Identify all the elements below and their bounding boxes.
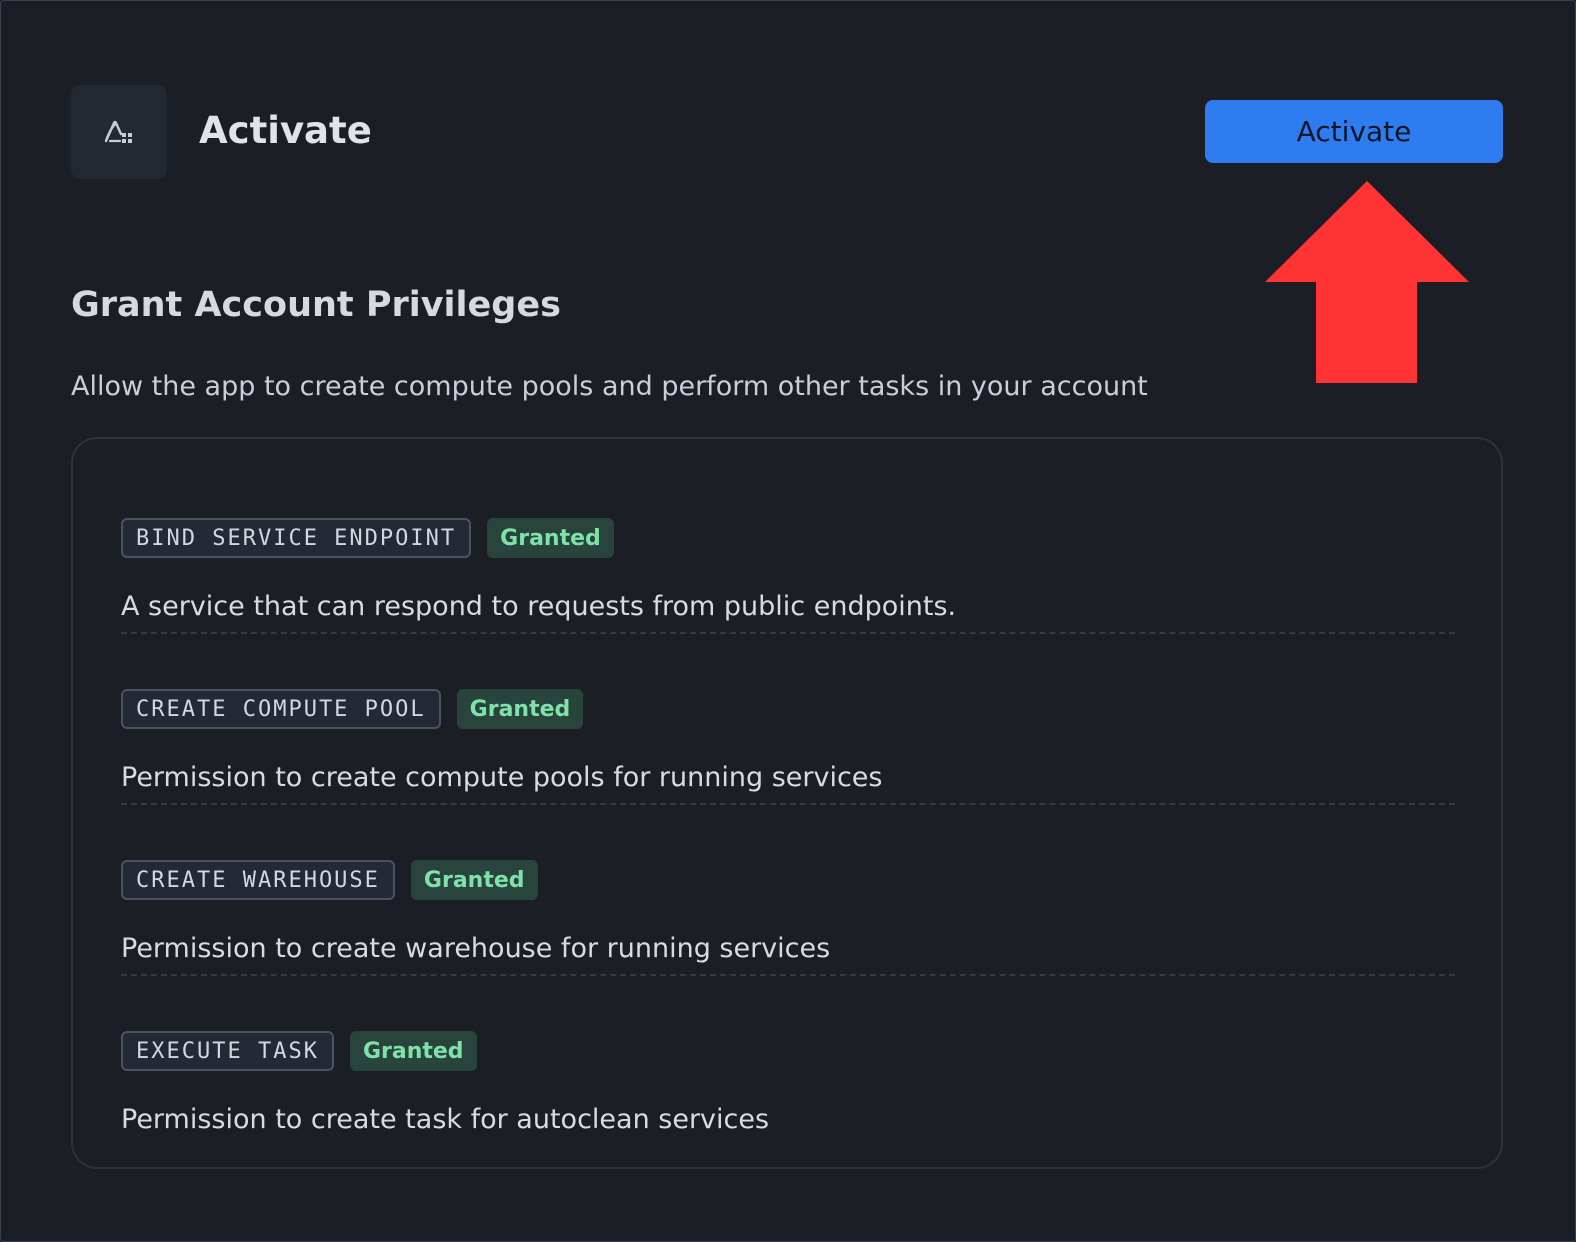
page-title: Activate (199, 109, 372, 152)
privilege-name: CREATE WAREHOUSE (121, 860, 395, 900)
status-badge: Granted (349, 1031, 477, 1071)
privilege-description: A service that can respond to requests f… (121, 591, 957, 622)
status-badge: Granted (487, 518, 614, 558)
privilege-item: CREATE WAREHOUSE Granted Permission to c… (121, 805, 1455, 976)
activate-button[interactable]: Activate (1205, 100, 1503, 163)
privileges-card: BIND SERVICE ENDPOINT Granted A service … (71, 437, 1503, 1169)
status-badge: Granted (456, 689, 584, 729)
section-description: Allow the app to create compute pools an… (71, 371, 1148, 402)
privilege-description: Permission to create warehouse for runni… (121, 933, 831, 964)
privilege-name: CREATE COMPUTE POOL (121, 689, 441, 729)
privilege-item: EXECUTE TASK Granted Permission to creat… (121, 976, 1455, 1147)
app-glyph-icon (104, 120, 132, 143)
privilege-item: BIND SERVICE ENDPOINT Granted A service … (121, 463, 1455, 634)
privilege-name: BIND SERVICE ENDPOINT (121, 518, 472, 558)
privilege-name: EXECUTE TASK (121, 1031, 334, 1071)
arrow-up-icon (1265, 181, 1469, 383)
status-badge: Granted (410, 860, 538, 900)
app-logo-icon (71, 85, 167, 179)
section-title: Grant Account Privileges (71, 285, 561, 325)
privilege-description: Permission to create compute pools for r… (121, 762, 883, 793)
privilege-description: Permission to create task for autoclean … (121, 1104, 770, 1135)
app-page: Activate Activate Grant Account Privileg… (0, 0, 1576, 1242)
privilege-item: CREATE COMPUTE POOL Granted Permission t… (121, 634, 1455, 805)
